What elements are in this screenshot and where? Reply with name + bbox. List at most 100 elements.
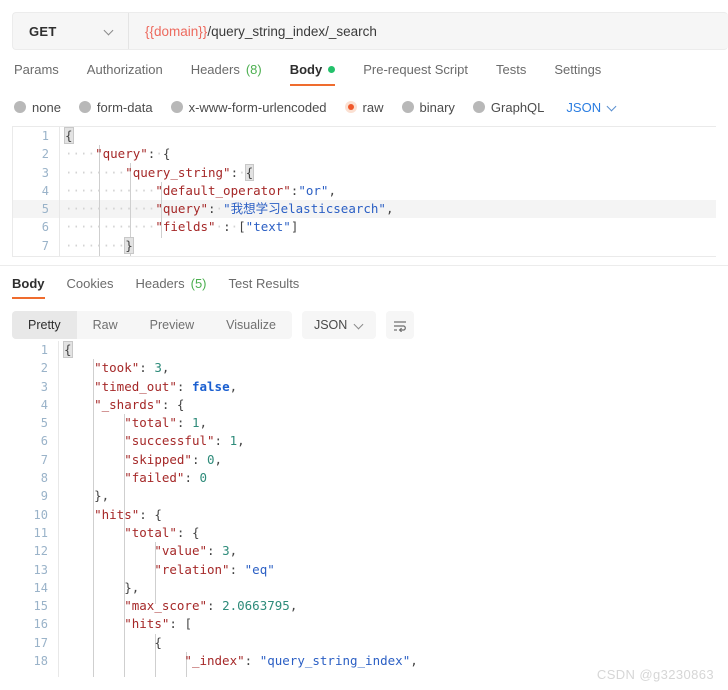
line-number: 1 [41, 129, 49, 143]
code-line: 12 "value": 3, [0, 542, 728, 560]
request-format-selector[interactable]: JSON [566, 100, 617, 115]
tab-settings[interactable]: Settings [554, 62, 601, 86]
response-toolbar: Pretty Raw Preview Visualize JSON [0, 299, 728, 341]
tab-tests[interactable]: Tests [496, 62, 526, 86]
code-line: 11 "total": { [0, 524, 728, 542]
request-body-editor[interactable]: 1 { 2 ····"query":·{ 3 ········"query_st… [12, 126, 716, 257]
body-type-none-label: none [32, 99, 61, 115]
line-number: 17 [33, 635, 48, 650]
line-content: "value": 3, [154, 543, 238, 559]
code-line: 16 "hits": [ [0, 615, 728, 633]
line-content: "took": 3, [94, 360, 170, 376]
line-number: 2 [41, 147, 49, 162]
view-mode-visualize[interactable]: Visualize [210, 311, 292, 339]
line-content: "relation": "eq" [154, 561, 275, 577]
line-content: "total": 1, [124, 415, 208, 431]
line-number: 15 [33, 599, 48, 614]
tab-authorization[interactable]: Authorization [87, 62, 163, 86]
line-number: 5 [41, 202, 49, 217]
view-mode-pretty-label: Pretty [28, 318, 61, 332]
code-line: 1 { [13, 127, 716, 145]
tab-headers[interactable]: Headers (8) [191, 62, 262, 86]
line-content: "failed": 0 [124, 470, 208, 486]
line-number: 7 [41, 238, 49, 253]
line-number: 3 [40, 379, 48, 394]
url-input[interactable]: {{domain}}/query_string_index/_search [129, 13, 728, 49]
line-number: 11 [33, 525, 48, 540]
response-tab-headers-label: Headers [135, 276, 185, 291]
body-type-binary[interactable]: binary [401, 100, 455, 115]
word-wrap-icon [393, 320, 406, 332]
line-content: "max_score": 2.0663795, [124, 598, 298, 614]
body-type-raw[interactable]: raw [344, 100, 384, 115]
response-tab-body-label: Body [12, 276, 45, 291]
tab-headers-label: Headers [190, 62, 240, 77]
radio-unselected-icon [472, 101, 485, 113]
tab-authorization-label: Authorization [86, 62, 163, 77]
radio-selected-icon [344, 101, 357, 113]
view-mode-raw[interactable]: Raw [77, 311, 134, 339]
code-line: 7 ········} [13, 236, 716, 255]
body-type-graphql[interactable]: GraphQL [472, 100, 544, 115]
http-method-selector[interactable]: GET [13, 13, 129, 49]
tab-body-label: Body [289, 62, 323, 77]
body-type-none[interactable]: none [14, 100, 61, 115]
line-number: 9 [40, 489, 48, 504]
line-number: 18 [33, 654, 48, 669]
response-tab-body[interactable]: Body [12, 276, 45, 299]
tab-tests-label: Tests [495, 62, 527, 77]
code-line: 3 "timed_out": false, [0, 378, 728, 396]
watermark: CSDN @g3230863 [596, 667, 714, 682]
response-code-lines: 1 { 2 "took": 3, 3 "timed_out": false, 4… [0, 341, 728, 670]
line-number: 5 [40, 416, 48, 431]
tab-params[interactable]: Params [14, 62, 59, 86]
response-format-selector[interactable]: JSON [301, 311, 377, 339]
tab-body[interactable]: Body [289, 62, 336, 86]
radio-unselected-icon [401, 101, 414, 113]
code-line: 10 "hits": { [0, 506, 728, 524]
body-type-radio-group: none form-data x-www-form-urlencoded raw… [0, 86, 728, 116]
code-line: 1 { [0, 341, 728, 359]
line-content: { [154, 634, 162, 650]
line-number: 6 [41, 220, 49, 235]
view-mode-preview[interactable]: Preview [134, 311, 210, 339]
code-line: 2 ····"query":·{ [13, 145, 716, 163]
line-content: ············"default_operator":"or", [65, 182, 336, 198]
view-mode-pretty[interactable]: Pretty [12, 311, 77, 339]
line-content: { [63, 341, 73, 358]
code-line: 5 "total": 1, [0, 414, 728, 432]
line-number: 6 [40, 434, 48, 449]
chevron-down-icon [105, 27, 114, 36]
response-tab-cookies[interactable]: Cookies [67, 276, 114, 299]
url-bar-container: GET {{domain}}/query_string_index/_searc… [0, 0, 728, 50]
request-format-label: JSON [566, 99, 602, 115]
line-number: 16 [33, 617, 48, 632]
request-tab-bar: Params Authorization Headers (8) Body Pr… [0, 50, 728, 86]
radio-unselected-icon [78, 101, 91, 113]
line-number: 12 [33, 544, 48, 559]
code-line: 7 "skipped": 0, [0, 451, 728, 469]
code-line: 13 "relation": "eq" [0, 561, 728, 579]
response-view-mode-group: Pretty Raw Preview Visualize [12, 311, 292, 339]
body-type-form-data-label: form-data [96, 99, 153, 115]
body-type-form-data[interactable]: form-data [78, 99, 153, 115]
url-bar: GET {{domain}}/query_string_index/_searc… [12, 12, 728, 50]
word-wrap-toggle[interactable] [386, 311, 415, 339]
response-body-editor[interactable]: 1 { 2 "took": 3, 3 "timed_out": false, 4… [0, 341, 728, 677]
radio-unselected-icon [14, 101, 26, 113]
code-line: 6 "successful": 1, [0, 432, 728, 450]
tab-pre-request-script[interactable]: Pre-request Script [363, 62, 468, 86]
response-tab-test-results-label: Test Results [228, 276, 300, 291]
response-tab-cookies-label: Cookies [66, 276, 114, 291]
line-content: "successful": 1, [124, 433, 245, 449]
line-content: ········} [65, 236, 134, 254]
tab-headers-count: (8) [245, 62, 262, 77]
line-content: ····"query":·{ [65, 146, 171, 162]
response-tab-test-results[interactable]: Test Results [229, 276, 300, 299]
body-type-urlencoded[interactable]: x-www-form-urlencoded [170, 100, 327, 115]
response-tab-headers[interactable]: Headers (5) [135, 276, 206, 299]
code-line: 8 "failed": 0 [0, 469, 728, 487]
chevron-down-icon [355, 321, 364, 330]
line-content: ········"query_string":·{ [65, 163, 255, 181]
tab-pre-request-script-label: Pre-request Script [363, 62, 468, 77]
